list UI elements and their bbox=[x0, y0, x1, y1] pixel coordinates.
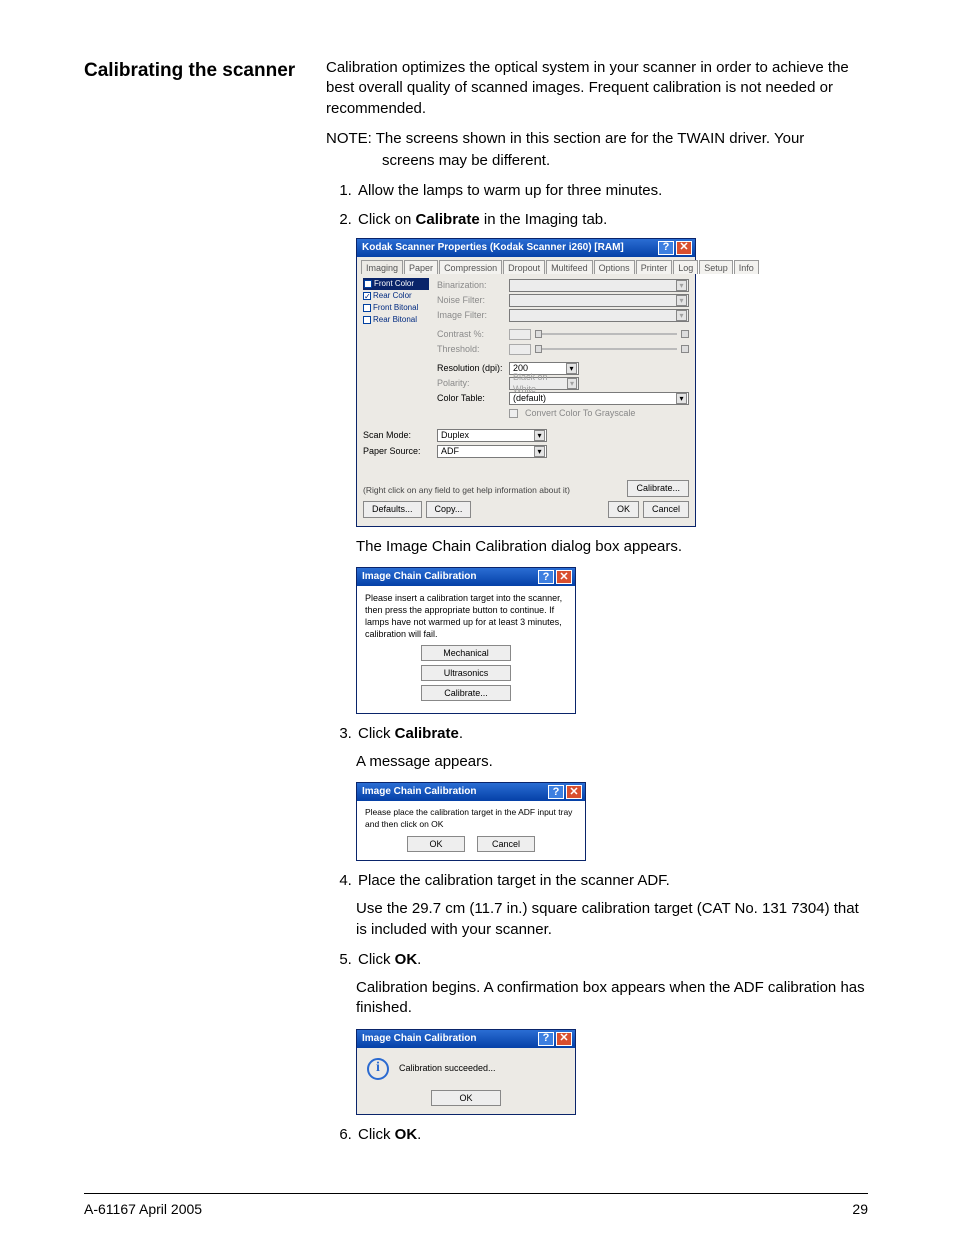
copy-button[interactable]: Copy... bbox=[426, 501, 472, 518]
calibration-dialog-3: Image Chain Calibration?✕ i Calibration … bbox=[356, 1029, 576, 1115]
step-4: Place the calibration target in the scan… bbox=[356, 871, 868, 891]
threshold-label: Threshold: bbox=[437, 343, 509, 355]
tab-multifeed[interactable]: Multifeed bbox=[546, 260, 593, 274]
ok-button[interactable]: OK bbox=[407, 836, 465, 852]
dlg1-title: Image Chain Calibration bbox=[362, 570, 536, 584]
paper-source-label: Paper Source: bbox=[363, 445, 429, 457]
intro-text: Calibration optimizes the optical system… bbox=[326, 58, 868, 119]
convert-grayscale-label: Convert Color To Grayscale bbox=[525, 407, 635, 419]
step-4-sub: Use the 29.7 cm (11.7 in.) square calibr… bbox=[356, 899, 868, 940]
tab-info[interactable]: Info bbox=[734, 260, 759, 274]
step-5-sub: Calibration begins. A confirmation box a… bbox=[356, 978, 868, 1019]
close-icon[interactable]: ✕ bbox=[676, 241, 692, 255]
ultrasonics-button[interactable]: Ultrasonics bbox=[421, 665, 511, 681]
rear-color-checkbox[interactable] bbox=[363, 292, 371, 300]
step-3: Click Calibrate. bbox=[356, 724, 868, 744]
polarity-select: Black on White▾ bbox=[509, 377, 579, 390]
resolution-label: Resolution (dpi): bbox=[437, 362, 509, 374]
tab-paper[interactable]: Paper bbox=[404, 260, 438, 274]
page-number: 29 bbox=[852, 1200, 868, 1219]
tab-printer[interactable]: Printer bbox=[636, 260, 673, 274]
close-icon[interactable]: ✕ bbox=[566, 785, 582, 799]
threshold-slider bbox=[535, 348, 677, 350]
tab-compression[interactable]: Compression bbox=[439, 260, 502, 274]
calibration-dialog-2: Image Chain Calibration?✕ Please place t… bbox=[356, 782, 586, 861]
close-icon[interactable]: ✕ bbox=[556, 570, 572, 584]
tab-imaging[interactable]: Imaging bbox=[361, 260, 403, 274]
step-1: Allow the lamps to warm up for three min… bbox=[356, 181, 868, 201]
scan-mode-label: Scan Mode: bbox=[363, 429, 429, 441]
footer-left: A-61167 April 2005 bbox=[84, 1200, 202, 1219]
titlebar-text: Kodak Scanner Properties (Kodak Scanner … bbox=[362, 241, 656, 255]
ok-button[interactable]: OK bbox=[431, 1090, 501, 1106]
step-5: Click OK. bbox=[356, 950, 868, 970]
text-after-props: The Image Chain Calibration dialog box a… bbox=[356, 537, 868, 557]
footer-divider bbox=[84, 1193, 868, 1194]
help-icon[interactable]: ? bbox=[538, 570, 554, 584]
dlg2-message: Please place the calibration target in t… bbox=[365, 807, 577, 830]
tab-options[interactable]: Options bbox=[594, 260, 635, 274]
convert-grayscale-checkbox bbox=[509, 409, 518, 418]
color-table-select[interactable]: (default)▾ bbox=[509, 392, 689, 405]
cancel-button[interactable]: Cancel bbox=[643, 501, 689, 518]
calibrate-button[interactable]: Calibrate... bbox=[627, 480, 689, 497]
polarity-label: Polarity: bbox=[437, 377, 509, 389]
mechanical-button[interactable]: Mechanical bbox=[421, 645, 511, 661]
tab-dropout[interactable]: Dropout bbox=[503, 260, 545, 274]
help-icon[interactable]: ? bbox=[538, 1032, 554, 1046]
image-filter-label: Image Filter: bbox=[437, 309, 509, 321]
rear-bitonal-checkbox[interactable] bbox=[363, 316, 371, 324]
contrast-value bbox=[509, 329, 531, 340]
help-icon[interactable]: ? bbox=[658, 241, 674, 255]
noise-filter-label: Noise Filter: bbox=[437, 294, 509, 306]
contrast-slider bbox=[535, 333, 677, 335]
note-line1: NOTE: The screens shown in this section … bbox=[326, 129, 868, 149]
binarization-select: ▾ bbox=[509, 279, 689, 292]
dlg2-title: Image Chain Calibration bbox=[362, 785, 546, 799]
help-icon[interactable]: ? bbox=[548, 785, 564, 799]
calibration-dialog-1: Image Chain Calibration?✕ Please insert … bbox=[356, 567, 576, 714]
step-6: Click OK. bbox=[356, 1125, 868, 1145]
dlg1-message: Please insert a calibration target into … bbox=[365, 592, 567, 641]
image-filter-select: ▾ bbox=[509, 309, 689, 322]
threshold-value bbox=[509, 344, 531, 355]
binarization-label: Binarization: bbox=[437, 279, 509, 291]
defaults-button[interactable]: Defaults... bbox=[363, 501, 422, 518]
color-table-label: Color Table: bbox=[437, 392, 509, 404]
scan-mode-select[interactable]: Duplex▾ bbox=[437, 429, 547, 442]
paper-source-select[interactable]: ADF▾ bbox=[437, 445, 547, 458]
scanner-properties-dialog: Kodak Scanner Properties (Kodak Scanner … bbox=[356, 238, 696, 527]
front-bitonal-checkbox[interactable] bbox=[363, 304, 371, 312]
tab-log[interactable]: Log bbox=[673, 260, 698, 274]
section-heading: Calibrating the scanner bbox=[84, 58, 306, 84]
front-color-checkbox[interactable] bbox=[364, 280, 372, 288]
tab-strip: Imaging Paper Compression Dropout Multif… bbox=[357, 257, 695, 274]
text-after-step3: A message appears. bbox=[356, 752, 868, 772]
noise-filter-select: ▾ bbox=[509, 294, 689, 307]
tab-setup[interactable]: Setup bbox=[699, 260, 733, 274]
contrast-label: Contrast %: bbox=[437, 328, 509, 340]
info-icon: i bbox=[367, 1058, 389, 1080]
calibrate-button[interactable]: Calibrate... bbox=[421, 685, 511, 701]
close-icon[interactable]: ✕ bbox=[556, 1032, 572, 1046]
cancel-button[interactable]: Cancel bbox=[477, 836, 535, 852]
dlg3-title: Image Chain Calibration bbox=[362, 1032, 536, 1046]
ok-button[interactable]: OK bbox=[608, 501, 639, 518]
dlg3-message: Calibration succeeded... bbox=[399, 1062, 496, 1074]
titlebar: Kodak Scanner Properties (Kodak Scanner … bbox=[357, 239, 695, 257]
note-line2: screens may be different. bbox=[382, 151, 868, 171]
help-hint: (Right click on any field to get help in… bbox=[363, 485, 570, 496]
step-2: Click on Calibrate in the Imaging tab. bbox=[356, 210, 868, 230]
side-selector: Front Color Rear Color Front Bitonal Rea… bbox=[363, 278, 429, 421]
